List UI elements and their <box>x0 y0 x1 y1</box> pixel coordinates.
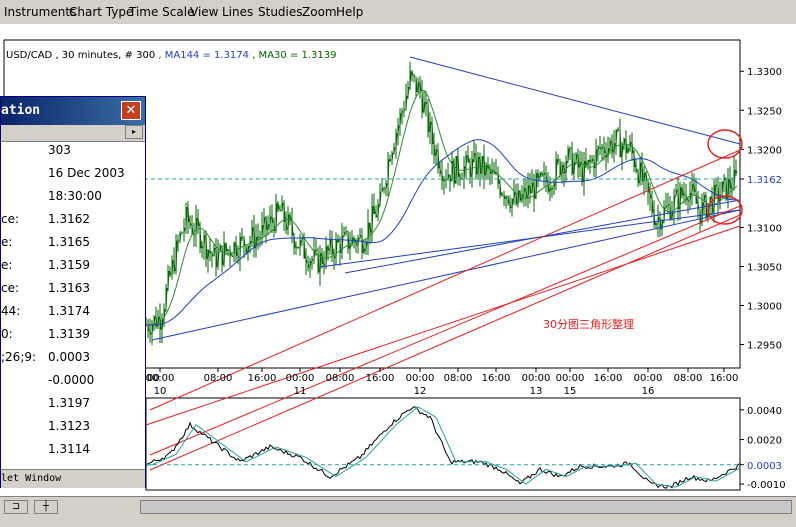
time-tick-label-partial: 00 <box>147 373 160 384</box>
data-window-row-label: ce: <box>1 212 19 226</box>
symbol-label: USD/CAD , 30 minutes, # 300 <box>6 50 155 61</box>
data-window-title: ation <box>1 103 40 118</box>
price-candle-body <box>570 148 571 149</box>
crosshair-icon[interactable]: ┼ <box>34 500 58 514</box>
data-window-row-value: 1.3174 <box>48 304 90 318</box>
data-window-row-label: ;26;9: <box>1 350 36 364</box>
close-icon[interactable]: ✕ <box>121 101 141 120</box>
time-tick-label: 16:00 <box>710 373 739 384</box>
data-window-row: e: 1.3159 <box>1 258 145 276</box>
scroll-right-icon[interactable]: ▸ <box>125 125 143 139</box>
bottom-bar: ⊐ ┼ <box>0 496 796 527</box>
data-window-row: 0: 1.3139 <box>1 327 145 345</box>
data-window-row-value: 1.3114 <box>48 442 90 456</box>
time-tick-label: 00:00 <box>406 373 435 384</box>
data-window-row: 1.3197 <box>1 396 145 414</box>
data-window-footer: let Window <box>1 469 145 488</box>
data-window-row-label: ce: <box>1 281 19 295</box>
price-tick-label: 1.3250 <box>747 106 782 117</box>
data-window-row: 18:30:00 <box>1 189 145 207</box>
price-tick-label: 1.2950 <box>747 341 782 352</box>
data-window-row: e: 1.3165 <box>1 235 145 253</box>
data-window-titlebar[interactable]: ation ✕ <box>1 97 145 125</box>
time-tick-label: 16:00 <box>594 373 623 384</box>
day-tick-label: 12 <box>414 386 427 397</box>
menu-instruments[interactable]: Instruments <box>4 5 76 19</box>
data-window-row-label: 0: <box>1 327 13 341</box>
data-window-row-value: 16 Dec 2003 <box>48 166 125 180</box>
data-window-row-value: 1.3197 <box>48 396 90 410</box>
data-window-row: ce: 1.3163 <box>1 281 145 299</box>
price-candle-body <box>178 240 179 241</box>
menu-lines[interactable]: Lines <box>222 5 253 19</box>
indicator-tick-label: -0.0010 <box>747 480 786 491</box>
data-window-row-value: 1.3163 <box>48 281 90 295</box>
data-window-row: ;26;9: 0.0003 <box>1 350 145 368</box>
day-tick-label: 16 <box>642 386 655 397</box>
time-tick-label: 16:00 <box>366 373 395 384</box>
time-tick-label: 00:00 <box>634 373 663 384</box>
data-window-header <box>1 125 145 142</box>
time-tick-label: 00:00 <box>522 373 551 384</box>
data-window-row: 1.3123 <box>1 419 145 437</box>
data-window-row-value: 1.3139 <box>48 327 90 341</box>
data-window-row: 303 <box>1 143 145 161</box>
data-window-row-value: 0.0003 <box>48 350 90 364</box>
time-tick-label: 08:00 <box>444 373 473 384</box>
data-window-row-value: 1.3123 <box>48 419 90 433</box>
price-tick-label: 1.3300 <box>747 67 782 78</box>
menu-time-scale[interactable]: Time Scale <box>129 5 194 19</box>
day-tick-label: 11 <box>294 386 307 397</box>
pane-title: USD/CAD , 30 minutes, # 300 , MA144 = 1.… <box>6 50 336 61</box>
menu-chart-type[interactable]: Chart Type <box>69 5 133 19</box>
price-tick-label: 1.3200 <box>747 145 782 156</box>
price-candle-body <box>296 247 297 248</box>
data-window-row-value: 1.3162 <box>48 212 90 226</box>
price-tick-label: 1.3000 <box>747 302 782 313</box>
time-tick-label: 16:00 <box>248 373 277 384</box>
price-tick-label: 1.3050 <box>747 262 782 273</box>
price-candle-body <box>552 188 553 189</box>
day-tick-label: 13 <box>530 386 543 397</box>
data-window-row-value: 1.3165 <box>48 235 90 249</box>
menu-help[interactable]: Help <box>336 5 363 19</box>
menu-bar: Instruments Chart Type Time Scale View L… <box>0 0 796 25</box>
data-window-row-label: e: <box>1 235 12 249</box>
indicator-tick-label: 0.0003 <box>747 461 782 472</box>
data-window-row: -0.0000 <box>1 373 145 391</box>
price-candle-body <box>384 188 385 189</box>
menu-view[interactable]: View <box>190 5 218 19</box>
data-window-row: 16 Dec 2003 <box>1 166 145 184</box>
chart-annotation: 30分图三角形整理 <box>543 317 634 331</box>
horizontal-scrollbar[interactable] <box>140 500 792 514</box>
data-window-row: ce: 1.3162 <box>1 212 145 230</box>
price-tick-label: 1.3100 <box>747 223 782 234</box>
indicator-tick-label: 0.0040 <box>747 406 782 417</box>
data-window-row-label: 44: <box>1 304 20 318</box>
data-window-footer-label: let Window <box>1 473 61 484</box>
time-tick-label: 00:00 <box>556 373 585 384</box>
data-window-row-label: e: <box>1 258 12 272</box>
data-window-row-value: 303 <box>48 143 71 157</box>
price-tick-label: 1.3162 <box>747 175 782 186</box>
ma30-label: , MA30 = 1.3139 <box>252 50 336 61</box>
pin-icon[interactable]: ⊐ <box>4 500 28 514</box>
time-tick-label: 08:00 <box>204 373 233 384</box>
time-tick-label: 08:00 <box>326 373 355 384</box>
menu-studies[interactable]: Studies <box>258 5 303 19</box>
time-tick-label: 16:00 <box>482 373 511 384</box>
data-window[interactable]: ation ✕ ▸ 303 16 Dec 2003 18:30:00 ce: 1.316… <box>0 96 146 488</box>
data-window-row-value: 18:30:00 <box>48 189 102 203</box>
data-window-row: 44: 1.3174 <box>1 304 145 322</box>
day-tick-label: 10 <box>154 386 167 397</box>
day-tick-label: 15 <box>564 386 577 397</box>
menu-zoom[interactable]: Zoom <box>302 5 337 19</box>
time-tick-label: 00:00 <box>286 373 315 384</box>
data-window-row-value: -0.0000 <box>48 373 94 387</box>
time-tick-label: 08:00 <box>674 373 703 384</box>
data-window-row-value: 1.3159 <box>48 258 90 272</box>
indicator-tick-label: 0.0020 <box>747 436 782 447</box>
ma144-label: , MA144 = 1.3174 <box>158 50 249 61</box>
data-window-row: 1.3114 <box>1 442 145 460</box>
